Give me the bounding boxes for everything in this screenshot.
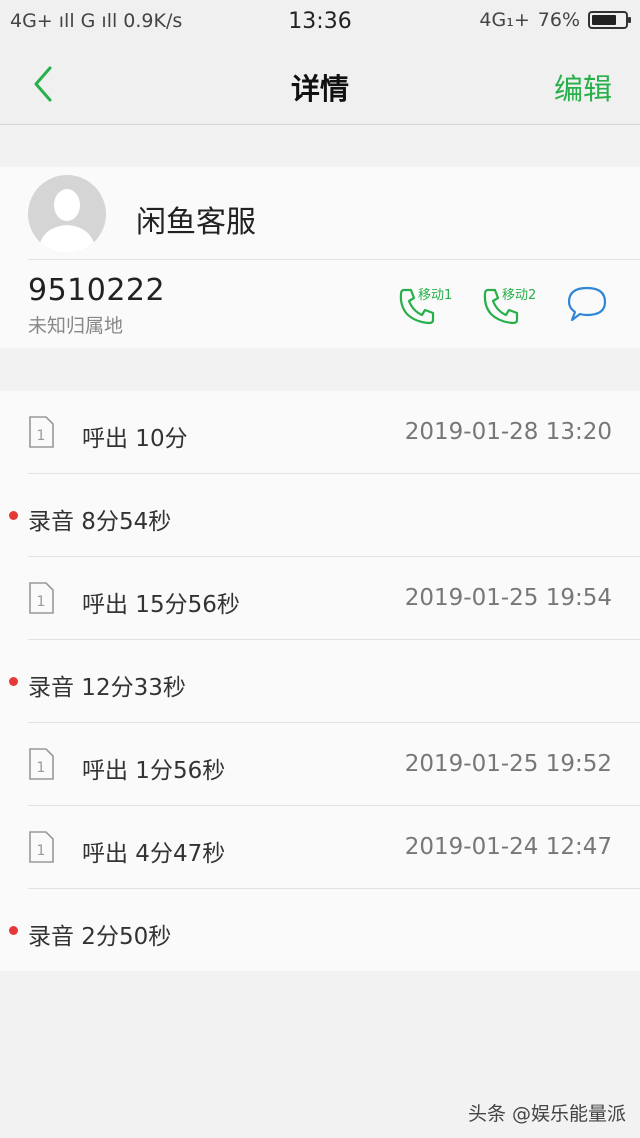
call-duration: 呼出 1分56秒 <box>82 758 226 784</box>
person-icon <box>38 189 96 253</box>
nav-bar: 详情 编辑 <box>0 44 640 125</box>
call-sim2-button[interactable]: 移动2 <box>482 284 542 326</box>
call-timestamp: 2019-01-25 19:54 <box>404 585 612 611</box>
call-record-row[interactable]: 1 呼出 1分56秒 2019-01-25 19:52 <box>0 723 640 806</box>
watermark: 头条 @娱乐能量派 <box>467 1103 626 1125</box>
recording-row[interactable]: 录音 12分33秒 <box>0 640 640 723</box>
phone-number[interactable]: 9510222 <box>28 273 165 308</box>
recording-row[interactable]: 录音 2分50秒 <box>0 889 640 972</box>
contact-card: 闲鱼客服 9510222 未知归属地 移动1 移动2 <box>0 167 640 348</box>
call-timestamp: 2019-01-24 12:47 <box>404 834 612 860</box>
call-timestamp: 2019-01-28 13:20 <box>404 419 612 445</box>
battery-fill <box>592 15 617 25</box>
sim2-label: 移动2 <box>502 288 537 303</box>
call-history-list: 1 呼出 10分 2019-01-28 13:20 录音 8分54秒 1 呼出 15分56… <box>0 391 640 971</box>
battery-icon <box>588 11 631 29</box>
call-record-row[interactable]: 1 呼出 4分47秒 2019-01-24 12:47 <box>0 806 640 889</box>
call-sim1-button[interactable]: 移动1 <box>398 284 458 326</box>
sim-number: 1 <box>37 843 46 859</box>
call-duration: 呼出 15分56秒 <box>82 592 240 618</box>
recording-indicator-icon <box>9 677 18 686</box>
divider <box>28 259 640 260</box>
sim-card-icon: 1 <box>29 748 54 780</box>
sim-number: 1 <box>37 760 46 776</box>
sim-card-icon: 1 <box>29 582 54 614</box>
recording-indicator-icon <box>9 926 18 935</box>
status-bar: 4G+ ıll G ıll 0.9K/s 13:36 4G₁+ 76% <box>0 0 640 44</box>
recording-duration: 录音 2分50秒 <box>28 924 172 950</box>
sim-number: 1 <box>37 594 46 610</box>
recording-duration: 录音 12分33秒 <box>28 675 186 701</box>
recording-indicator-icon <box>9 511 18 520</box>
call-timestamp: 2019-01-25 19:52 <box>404 751 612 777</box>
number-location: 未知归属地 <box>28 315 124 337</box>
call-duration: 呼出 4分47秒 <box>82 841 226 867</box>
status-right: 4G₁+ 76% <box>479 9 631 31</box>
network-indicator: 4G₁+ <box>479 9 530 31</box>
sim1-label: 移动1 <box>418 288 453 303</box>
edit-button[interactable]: 编辑 <box>554 66 612 108</box>
recording-row[interactable]: 录音 8分54秒 <box>0 474 640 557</box>
call-duration: 呼出 10分 <box>82 426 188 452</box>
recording-duration: 录音 8分54秒 <box>28 509 172 535</box>
call-record-row[interactable]: 1 呼出 10分 2019-01-28 13:20 <box>0 391 640 474</box>
page-title: 详情 <box>290 72 349 106</box>
message-button[interactable] <box>566 284 608 324</box>
contact-name: 闲鱼客服 <box>136 205 256 240</box>
sim-number: 1 <box>37 428 46 444</box>
battery-percent: 76% <box>537 9 580 31</box>
sim-card-icon: 1 <box>29 831 54 863</box>
message-bubble-icon <box>567 286 607 322</box>
sim-card-icon: 1 <box>29 416 54 448</box>
avatar[interactable] <box>28 175 106 253</box>
call-record-row[interactable]: 1 呼出 15分56秒 2019-01-25 19:54 <box>0 557 640 640</box>
